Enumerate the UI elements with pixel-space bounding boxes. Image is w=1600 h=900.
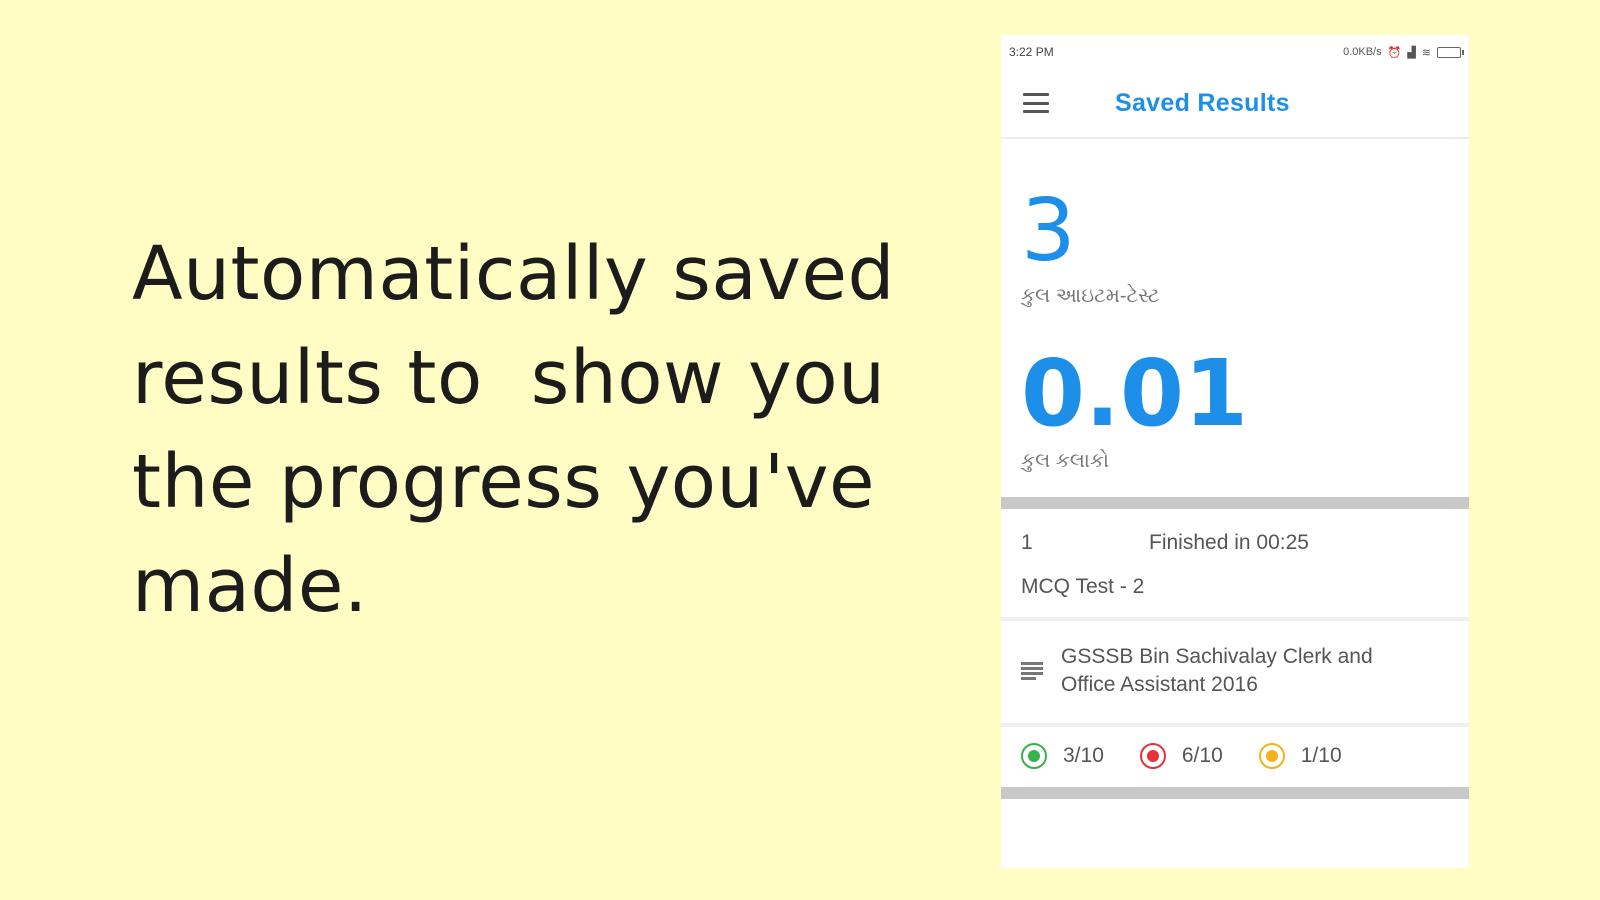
status-icons: 0.0KB/s ⏰ ▟ ≋	[1343, 46, 1464, 59]
wrong-score: 6/10	[1139, 743, 1223, 769]
skipped-radio-icon	[1258, 743, 1285, 769]
skipped-score-label: 1/10	[1300, 744, 1342, 767]
wifi-icon: ≋	[1421, 46, 1431, 59]
next-result-card-peek[interactable]	[1001, 799, 1469, 839]
exam-row: GSSSB Bin Sachivalay Clerk and Office As…	[1001, 621, 1469, 723]
total-hours-label: કુલ કલાકો	[1021, 450, 1110, 472]
status-bar: 3:22 PM 0.0KB/s ⏰ ▟ ≋	[1001, 35, 1469, 69]
wrong-score-label: 6/10	[1181, 744, 1223, 767]
total-tests-value: 3	[1021, 181, 1076, 281]
app-bar: Saved Results	[1001, 69, 1469, 139]
correct-radio-icon	[1021, 743, 1047, 769]
result-number: 1	[1021, 531, 1033, 554]
score-row: 3/10 6/10 1/10	[1001, 727, 1469, 787]
result-duration: Finished in 00:25	[1149, 531, 1309, 554]
result-header: 1 Finished in 00:25 MCQ Test - 2	[1001, 509, 1469, 617]
total-hours-value: 0.01	[1021, 340, 1248, 447]
result-card[interactable]: 1 Finished in 00:25 MCQ Test - 2 GSSSB B…	[1001, 509, 1469, 787]
correct-score-label: 3/10	[1063, 744, 1104, 767]
exam-title: GSSSB Bin Sachivalay Clerk and Office As…	[1061, 645, 1373, 696]
wrong-radio-icon	[1139, 743, 1166, 769]
network-speed: 0.0KB/s	[1343, 46, 1382, 58]
app-title: Saved Results	[1115, 88, 1290, 117]
correct-score: 3/10	[1021, 743, 1104, 769]
promo-headline: Automatically saved results to show you …	[132, 222, 932, 638]
total-tests-label: કુલ આઇટમ-ટેસ્ટ	[1021, 285, 1160, 307]
status-time: 3:22 PM	[1009, 45, 1054, 59]
hamburger-menu-icon[interactable]	[1023, 93, 1049, 113]
promo-line: Automatically saved	[132, 231, 895, 317]
battery-icon	[1437, 46, 1464, 58]
alarm-icon: ⏰	[1387, 46, 1402, 59]
notes-icon	[1021, 662, 1043, 680]
summary-stats: 3 કુલ આઇટમ-ટેસ્ટ 0.01 કુલ કલાકો	[1001, 183, 1469, 473]
phone-screen: 3:22 PM 0.0KB/s ⏰ ▟ ≋ Saved Results 3 કુ…	[1001, 35, 1469, 868]
promo-line: the progress you've	[132, 439, 876, 525]
section-divider	[1001, 787, 1469, 799]
skipped-score: 1/10	[1258, 743, 1342, 769]
signal-icon: ▟	[1407, 46, 1416, 59]
promo-line: results to show you	[132, 335, 886, 421]
section-divider	[1001, 497, 1469, 509]
promo-line: made.	[132, 543, 368, 629]
result-test-name: MCQ Test - 2	[1021, 575, 1145, 598]
